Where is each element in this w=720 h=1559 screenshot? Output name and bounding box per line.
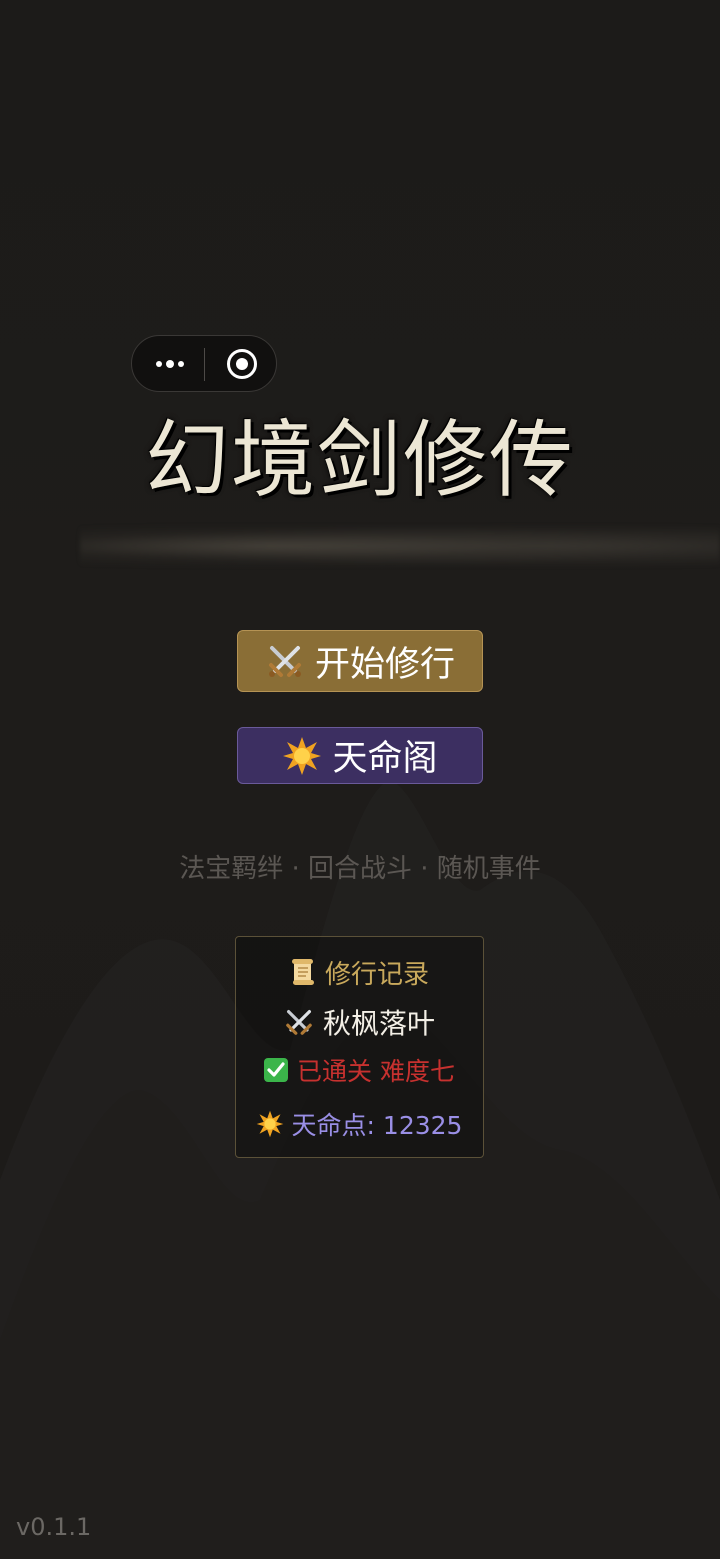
scroll-icon [289, 957, 317, 987]
record-title-label: 修行记录 [324, 959, 429, 990]
target-circle-icon[interactable] [227, 349, 257, 379]
fate-button-label: 天命阁 [332, 739, 438, 779]
miniprogram-capsule [131, 335, 277, 392]
starburst-icon [256, 1110, 284, 1138]
mist-decoration [80, 524, 720, 568]
cultivation-record-card: 修行记录 秋枫落叶 已通关 难度七 天命点: 12325 [235, 936, 484, 1158]
record-points-text: 天命点: 12325 [291, 1111, 463, 1140]
starburst-icon [282, 736, 322, 776]
feature-tagline: 法宝羁绊 · 回合战斗 · 随机事件 [179, 854, 541, 884]
game-title: 幻境剑修传 [144, 411, 575, 509]
more-dots-icon[interactable] [152, 348, 188, 380]
crossed-swords-icon [283, 1006, 315, 1038]
record-status-text: 已通关 难度七 [297, 1057, 455, 1086]
record-character-row: 秋枫落叶 [236, 1001, 482, 1043]
capsule-divider [204, 348, 205, 381]
check-box-icon [263, 1057, 289, 1083]
fate-pavilion-button[interactable]: 天命阁 [237, 727, 483, 784]
start-button-label: 开始修行 [314, 644, 455, 685]
crossed-swords-icon [265, 641, 305, 681]
record-character-name: 秋枫落叶 [322, 1007, 435, 1040]
game-screen: 幻境剑修传 开始修行 天命阁 法宝羁绊 · 回合战斗 · 随机事件 修行记录 秋… [0, 0, 720, 1559]
start-cultivation-button[interactable]: 开始修行 [237, 630, 483, 692]
version-label: v0.1.1 [16, 1513, 92, 1541]
record-title-row: 修行记录 [236, 951, 482, 993]
record-status-row: 已通关 难度七 [236, 1049, 482, 1091]
record-points-row: 天命点: 12325 [236, 1103, 482, 1145]
